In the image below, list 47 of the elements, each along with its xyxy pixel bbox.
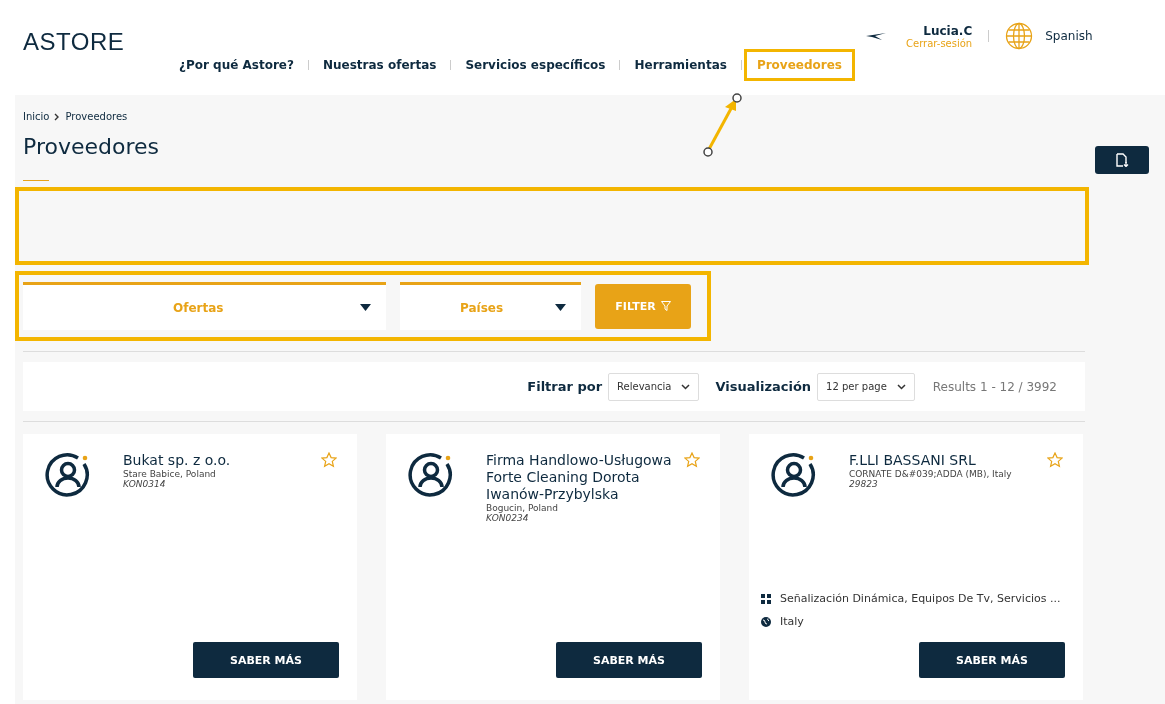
globe-icon[interactable] — [1005, 22, 1034, 50]
more-button[interactable]: SABER MÁS — [193, 642, 339, 678]
chevron-icon — [54, 112, 61, 121]
page-size-select[interactable]: 12 per page — [817, 372, 915, 401]
user-avatar-icon — [45, 452, 91, 498]
user-name: Lucia.C — [923, 23, 973, 38]
nav-link[interactable]: ¿Por qué Astore? — [167, 47, 306, 83]
sort-select[interactable]: Relevancia — [608, 372, 700, 401]
breadcrumb-link[interactable]: Inicio — [23, 111, 50, 122]
nav-link[interactable]: Servicios específicos — [453, 47, 618, 83]
supplier-name: F.LLI BASSANI SRL — [849, 452, 977, 469]
user-avatar-icon — [408, 452, 454, 498]
grid-icon — [761, 593, 771, 604]
filter-icon — [660, 301, 671, 311]
star-icon[interactable] — [321, 452, 337, 468]
globe-icon — [761, 616, 771, 627]
language-link[interactable]: Spanish — [1045, 29, 1093, 43]
supplier-location: Stare Babice, Poland — [123, 469, 217, 479]
star-icon[interactable] — [1047, 452, 1063, 468]
chevron-icon — [681, 383, 691, 390]
more-button[interactable]: SABER MÁS — [556, 642, 702, 678]
user-avatar-icon — [771, 452, 817, 498]
view-label: Visualización — [715, 379, 812, 394]
document-download-icon — [1115, 153, 1129, 167]
supplier-code: KON0314 — [123, 479, 167, 489]
chevron-icon — [896, 383, 906, 390]
caret-icon — [360, 304, 371, 311]
nav-link[interactable]: Nuestras ofertas — [311, 47, 449, 83]
airplane-icon — [866, 31, 886, 41]
supplier-name: Firma Handlowo-Usługowa Forte Cleaning Dorota Iwanów-Przybylska — [486, 452, 673, 503]
more-button[interactable]: SABER MÁS — [919, 642, 1065, 678]
nav-link[interactable]: Herramientas — [622, 47, 739, 83]
supplier-location: CORNATE D&#039;ADDA (MB), Italy — [849, 469, 1013, 479]
supplier-name: Bukat sp. z o.o. — [123, 452, 232, 469]
sort-label: Filtrar por — [527, 379, 603, 394]
star-icon[interactable] — [684, 452, 700, 468]
supplier-code: KON0234 — [486, 513, 530, 523]
logo[interactable]: ASTORE — [23, 28, 125, 56]
export-button[interactable] — [1095, 146, 1149, 174]
page-title: Proveedores — [23, 134, 160, 159]
supplier-code: 29823 — [849, 479, 879, 489]
results-count: Results 1 - 12 / 3992 — [932, 379, 1057, 394]
supplier-categories: Señalización Dinámica, Equipos De Tv, Servicios ... — [780, 592, 1061, 605]
supplier-location: Bogucin, Poland — [486, 503, 560, 513]
breadcrumb-current: Proveedores — [65, 111, 128, 122]
supplier-country: Italy — [780, 615, 804, 628]
caret-icon — [555, 304, 566, 311]
